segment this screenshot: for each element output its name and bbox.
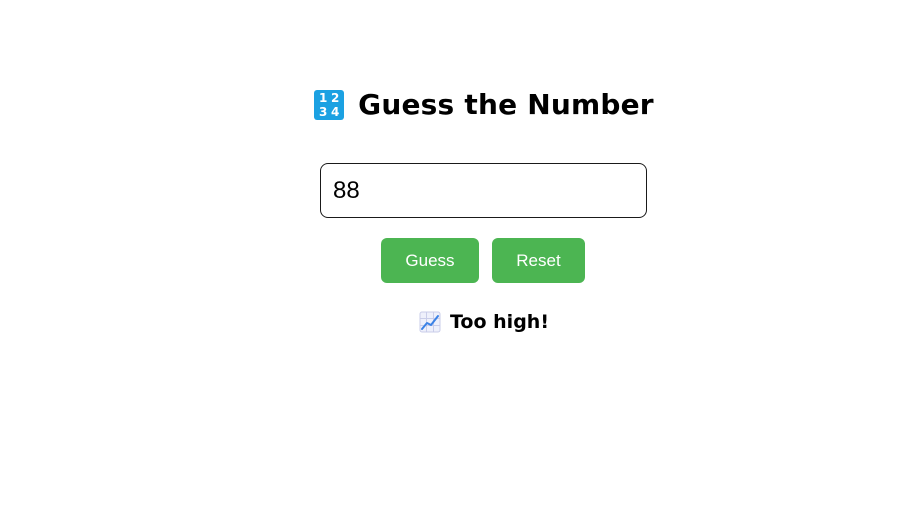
icon-digit: 2	[330, 90, 340, 105]
page-title: Guess the Number	[358, 88, 654, 121]
guess-button[interactable]: Guess	[381, 238, 479, 283]
result-text: Too high!	[450, 311, 549, 333]
result-message: Too high!	[0, 311, 922, 333]
icon-digit: 3	[318, 104, 328, 119]
icon-digit: 1	[318, 90, 328, 105]
icon-digit: 4	[330, 104, 340, 119]
guess-input[interactable]	[320, 163, 647, 218]
page-header: 1 2 3 4 Guess the Number	[0, 88, 922, 121]
input-numbers-icon: 1 2 3 4	[314, 89, 345, 120]
chart-increasing-icon	[419, 311, 441, 333]
reset-button[interactable]: Reset	[492, 238, 585, 283]
